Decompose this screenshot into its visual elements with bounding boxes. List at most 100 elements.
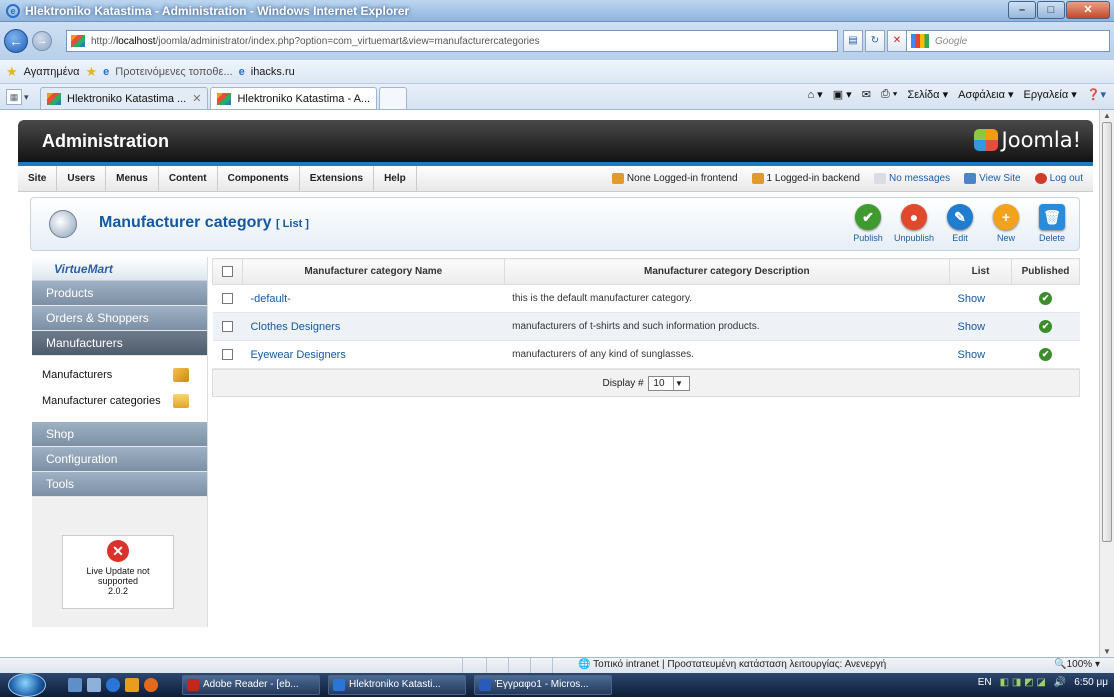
- submenu-manufacturer-categories[interactable]: Manufacturer categories: [32, 388, 207, 414]
- display-limit-select[interactable]: 10 ▼: [648, 375, 690, 391]
- ie-icon[interactable]: [106, 678, 120, 692]
- address-field[interactable]: http://localhost/joomla/administrator/in…: [66, 30, 838, 52]
- firefox-icon[interactable]: [144, 678, 158, 692]
- unpublish-button[interactable]: ● Unpublish: [893, 204, 935, 243]
- row-checkbox[interactable]: [221, 348, 233, 360]
- category-description: manufacturers of any kind of sunglasses.: [504, 340, 950, 369]
- switch-windows-icon[interactable]: [87, 678, 101, 692]
- zoom-level[interactable]: 🔍100% ▾: [1054, 659, 1100, 670]
- print-icon[interactable]: ⎙ ▾: [881, 88, 897, 101]
- manufacturers-submenu: Manufacturers Manufacturer categories: [32, 356, 207, 422]
- new-button[interactable]: + New: [985, 204, 1027, 243]
- sidebar-item-orders[interactable]: Orders & Shoppers: [32, 306, 207, 331]
- security-zone[interactable]: 🌐 Τοπικό intranet | Προστατευμένη κατάστ…: [578, 659, 886, 670]
- volume-icon[interactable]: 🔊: [1054, 677, 1066, 688]
- show-desktop-icon[interactable]: [68, 678, 82, 692]
- header-published[interactable]: Published: [1011, 258, 1080, 285]
- maximize-button[interactable]: □: [1037, 1, 1065, 19]
- minimize-button[interactable]: –: [1008, 1, 1036, 19]
- messages-link[interactable]: No messages: [873, 173, 950, 185]
- feeds-icon[interactable]: ▣ ▾: [833, 88, 852, 101]
- show-link[interactable]: Show: [958, 321, 986, 333]
- menu-site[interactable]: Site: [18, 165, 58, 192]
- show-link[interactable]: Show: [958, 349, 986, 361]
- search-input[interactable]: Google: [906, 30, 1110, 52]
- media-icon[interactable]: [125, 678, 139, 692]
- menu-extensions[interactable]: Extensions: [300, 165, 375, 192]
- view-site-link[interactable]: View Site: [964, 173, 1021, 185]
- sidebar-item-manufacturers[interactable]: Manufacturers: [32, 331, 207, 356]
- logout-link[interactable]: Log out: [1034, 173, 1083, 185]
- select-all-checkbox[interactable]: [221, 265, 233, 277]
- forward-button[interactable]: →: [32, 31, 52, 51]
- submenu-manufacturers[interactable]: Manufacturers: [32, 362, 207, 388]
- stop-icon[interactable]: ✕: [887, 30, 907, 52]
- sidebar-item-shop[interactable]: Shop: [32, 422, 207, 447]
- compat-view-icon[interactable]: ▤: [843, 30, 863, 52]
- sidebar-item-configuration[interactable]: Configuration: [32, 447, 207, 472]
- published-check-icon[interactable]: ✔: [1039, 348, 1052, 361]
- taskbar-item-ie[interactable]: Hlektroniko Katasti...: [328, 675, 466, 695]
- refresh-icon[interactable]: ↻: [865, 30, 885, 52]
- manufacturer-category-list: Manufacturer category Name Manufacturer …: [212, 258, 1080, 397]
- page-menu[interactable]: Σελίδα ▾: [907, 88, 948, 101]
- close-window-button[interactable]: ✕: [1066, 1, 1110, 19]
- language-indicator[interactable]: EN: [978, 677, 992, 688]
- quick-tabs-icon[interactable]: ▦: [6, 89, 22, 105]
- sidebar-item-products[interactable]: Products: [32, 281, 207, 306]
- scroll-up-icon[interactable]: ▲: [1103, 111, 1111, 120]
- taskbar-item-adobe[interactable]: Adobe Reader - [eb...: [182, 675, 320, 695]
- trash-icon: 🗑: [1039, 204, 1065, 230]
- menu-menus[interactable]: Menus: [106, 165, 159, 192]
- published-check-icon[interactable]: ✔: [1039, 320, 1052, 333]
- home-icon[interactable]: ⌂ ▾: [807, 88, 822, 101]
- wrench-icon: [173, 368, 189, 382]
- menu-users[interactable]: Users: [57, 165, 107, 192]
- users-icon: [611, 173, 624, 185]
- row-checkbox[interactable]: [221, 320, 233, 332]
- favorites-button[interactable]: Αγαπημένα: [24, 66, 80, 78]
- delete-button[interactable]: 🗑 Delete: [1031, 204, 1073, 243]
- published-check-icon[interactable]: ✔: [1039, 292, 1052, 305]
- scroll-thumb[interactable]: [1102, 122, 1112, 542]
- back-button[interactable]: ←: [4, 29, 28, 53]
- header-name[interactable]: Manufacturer category Name: [241, 258, 505, 285]
- tray-icons[interactable]: ◧ ◨ ◩ ◪: [1000, 677, 1046, 688]
- category-name-link[interactable]: -default-: [250, 293, 290, 305]
- start-button[interactable]: [8, 673, 46, 697]
- clock[interactable]: 6:50 μμ: [1074, 677, 1108, 688]
- sidebar-item-tools[interactable]: Tools: [32, 472, 207, 497]
- table-row: -default- this is the default manufactur…: [212, 284, 1080, 313]
- scroll-down-icon[interactable]: ▼: [1103, 647, 1111, 656]
- table-row: Eyewear Designers manufacturers of any k…: [212, 340, 1080, 369]
- menu-help[interactable]: Help: [374, 165, 417, 192]
- header-description[interactable]: Manufacturer category Description: [503, 258, 951, 285]
- help-icon[interactable]: ❓▾: [1087, 88, 1106, 101]
- tools-menu[interactable]: Εργαλεία ▾: [1024, 88, 1077, 101]
- mail-icon[interactable]: ✉: [862, 88, 871, 101]
- safety-menu[interactable]: Ασφάλεια ▾: [958, 88, 1013, 101]
- category-name-link[interactable]: Clothes Designers: [250, 321, 340, 333]
- window-title: Hlektroniko Katastima - Administration -…: [25, 3, 410, 18]
- manufacturer-category-icon: [49, 210, 77, 238]
- publish-button[interactable]: ✔ Publish: [847, 204, 889, 243]
- tab-1[interactable]: Hlektroniko Katastima ... ✕: [40, 87, 209, 109]
- menu-content[interactable]: Content: [159, 165, 218, 192]
- category-name-link[interactable]: Eyewear Designers: [250, 349, 345, 361]
- show-link[interactable]: Show: [958, 293, 986, 305]
- menu-components[interactable]: Components: [218, 165, 300, 192]
- taskbar-item-word[interactable]: Έγγραφο1 - Micros...: [474, 675, 612, 695]
- tab-2[interactable]: Hlektroniko Katastima - A...: [210, 87, 378, 109]
- row-checkbox[interactable]: [221, 292, 233, 304]
- edit-button[interactable]: ✎ Edit: [939, 204, 981, 243]
- tab-close-icon[interactable]: ✕: [192, 92, 201, 105]
- add-favorite-icon[interactable]: ★: [85, 64, 97, 80]
- category-description: manufacturers of t-shirts and such infor…: [504, 312, 950, 341]
- new-tab-button[interactable]: [379, 87, 408, 109]
- favorites-link-ihacks[interactable]: ihacks.ru: [251, 66, 295, 78]
- pagination-bar: Display # 10 ▼: [212, 369, 1080, 397]
- unpublish-icon: ●: [901, 204, 927, 230]
- tab-list-icon[interactable]: ▾: [24, 89, 36, 105]
- suggested-sites-link[interactable]: Προτεινόμενες τοποθε...: [115, 66, 232, 78]
- page-scrollbar[interactable]: ▲ ▼: [1099, 110, 1114, 657]
